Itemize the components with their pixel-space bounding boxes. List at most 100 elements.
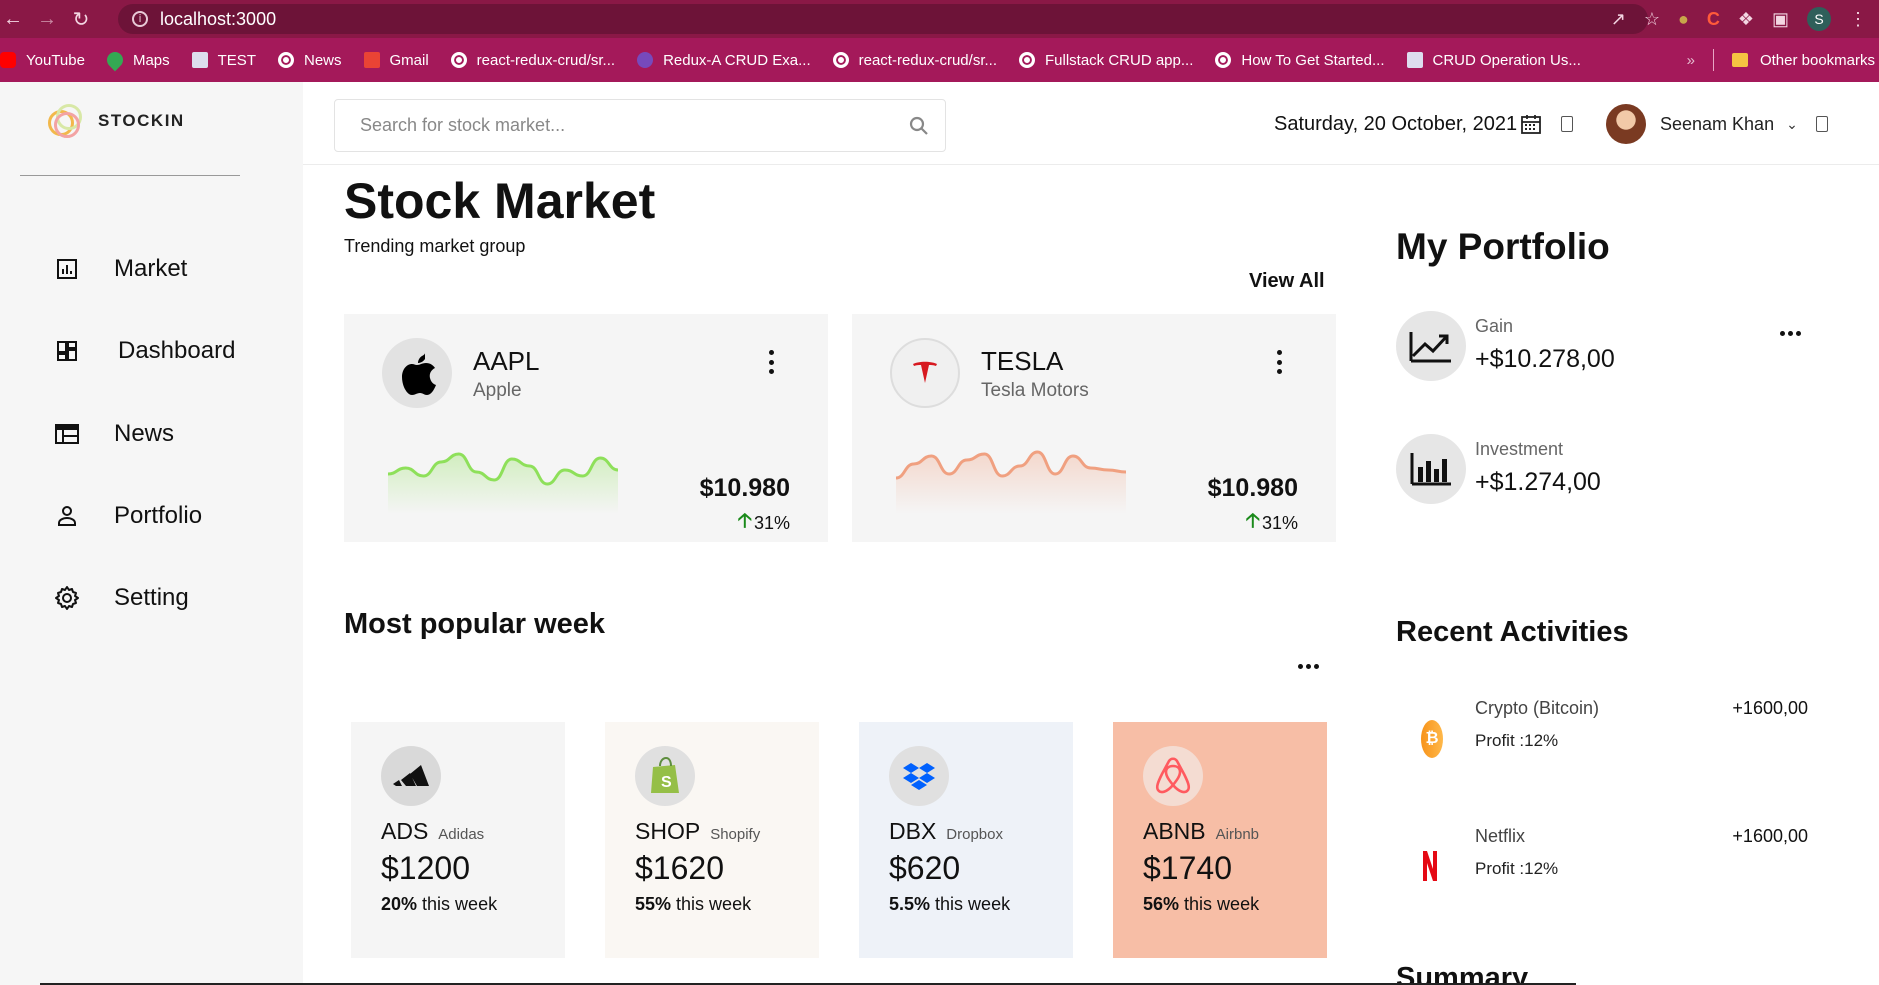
dashboard-icon	[52, 336, 82, 366]
stock-card-aapl[interactable]: AAPL Apple $10.980 🡡 31%	[344, 314, 828, 542]
search-icon[interactable]	[907, 114, 931, 138]
user-menu[interactable]: Seenam Khan ⌄	[1606, 104, 1828, 144]
globe-icon	[1215, 52, 1232, 68]
bookmark-youtube[interactable]: YouTube	[0, 52, 85, 69]
activity-profit: Profit :12%	[1475, 859, 1559, 878]
stock-change-value: 31%	[1261, 512, 1298, 533]
popular-price: $1620	[635, 850, 724, 886]
popular-week-change: 55% this week	[635, 894, 751, 915]
activity-amount: +1600,00	[1732, 826, 1808, 846]
sidebar-item-setting[interactable]: Setting	[52, 583, 189, 613]
sparkline-area	[388, 454, 618, 514]
bookmark-gmail[interactable]: Gmail	[363, 52, 429, 69]
url-text: localhost:3000	[160, 8, 277, 29]
popular-week-change: 56% this week	[1143, 894, 1259, 915]
sidebar: STOCKIN Market Dashboard News Portfolio …	[0, 82, 303, 985]
popular-card-ads[interactable]: ADS Adidas $1200 20% this week	[351, 722, 565, 958]
overflow-chevron-icon[interactable]: »	[1687, 52, 1695, 69]
sidebar-item-dashboard[interactable]: Dashboard	[52, 336, 235, 366]
popular-week-text: this week	[422, 894, 498, 914]
more-vertical-icon[interactable]	[1277, 350, 1283, 374]
bookmarks-bar: YouTube Maps TEST News Gmail react-redux…	[0, 38, 1879, 82]
bookmark-crud-operation[interactable]: CRUD Operation Us...	[1406, 52, 1581, 69]
popular-percent: 55%	[635, 894, 672, 914]
sparkline-chart	[387, 452, 619, 514]
reload-icon[interactable]: ↻	[68, 6, 94, 32]
extension-c-icon[interactable]: ●	[1678, 9, 1689, 30]
stock-price: $10.980	[699, 474, 790, 502]
other-bookmarks-label: Other bookmarks	[1759, 51, 1875, 69]
browser-profile-avatar[interactable]: S	[1807, 7, 1831, 31]
popular-card-dbx[interactable]: DBX Dropbox $620 5.5% this week	[859, 722, 1073, 958]
url-bar[interactable]: i localhost:3000	[118, 4, 1648, 34]
sidebar-item-market[interactable]: Market	[52, 254, 187, 284]
info-icon[interactable]: i	[132, 11, 148, 27]
popular-percent: 5.5%	[889, 894, 931, 914]
bookmark-how-to-get-started[interactable]: How To Get Started...	[1215, 52, 1385, 69]
popular-price: $1740	[1143, 850, 1232, 886]
stock-card-tesla[interactable]: TESLA Tesla Motors $10.980 🡡 31%	[852, 314, 1336, 542]
popular-week-text: this week	[1184, 894, 1260, 914]
bookmark-news[interactable]: News	[277, 52, 342, 69]
popular-week-change: 20% this week	[381, 894, 497, 915]
app-logo[interactable]: STOCKIN	[48, 104, 185, 138]
popular-card-shop[interactable]: S SHOP Shopify $1620 55% this week	[605, 722, 819, 958]
bxm-icon	[191, 52, 208, 68]
stock-price: $10.980	[1207, 474, 1298, 502]
sidebar-item-portfolio[interactable]: Portfolio	[52, 501, 202, 531]
dropbox-icon	[889, 746, 949, 806]
folder-icon	[1731, 53, 1748, 67]
stock-ticker: AAPL	[473, 346, 540, 376]
page-subtitle: Trending market group	[344, 236, 526, 256]
view-all-link[interactable]: View All	[1249, 270, 1325, 293]
globe-icon	[277, 52, 294, 68]
activities-title: Recent Activities	[1396, 616, 1629, 648]
bookmark-react-redux-crud-1[interactable]: react-redux-crud/sr...	[450, 52, 615, 69]
sidebar-item-label: Setting	[114, 584, 189, 611]
menu-dots-icon[interactable]: ⋮	[1849, 9, 1867, 30]
arrow-up-icon: 🡡	[1245, 510, 1260, 532]
bookmark-redux-crud[interactable]: Redux-A CRUD Exa...	[637, 52, 811, 69]
sidepanel-icon[interactable]: ▣	[1772, 9, 1789, 30]
more-vertical-icon[interactable]	[769, 350, 775, 374]
popular-card-abnb[interactable]: ABNB Airbnb $1740 56% this week	[1113, 722, 1327, 958]
share-icon[interactable]: ↗	[1611, 9, 1626, 30]
globe-icon	[832, 52, 849, 68]
more-horizontal-icon[interactable]	[1780, 331, 1801, 336]
popular-ticker: SHOP	[635, 818, 701, 844]
search-box[interactable]	[334, 99, 946, 152]
activity-name: Crypto (Bitcoin)	[1475, 698, 1600, 718]
popular-ticker: ABNB	[1143, 818, 1206, 844]
market-icon	[52, 254, 82, 284]
popular-ticker-row: ABNB Airbnb	[1143, 818, 1259, 845]
stock-change: 🡡 31%	[738, 506, 790, 540]
more-horizontal-icon[interactable]	[1298, 664, 1319, 669]
calendar-icon[interactable]	[1519, 112, 1543, 136]
chevron-down-icon[interactable]: ⌄	[1786, 116, 1798, 133]
main-content: Saturday, 20 October, 2021 Seenam Khan ⌄…	[303, 82, 1879, 985]
extension-cr-icon[interactable]: C	[1707, 9, 1720, 30]
popular-week-text: this week	[676, 894, 752, 914]
bookmark-maps[interactable]: Maps	[103, 48, 170, 72]
search-input[interactable]	[360, 115, 880, 136]
other-bookmarks[interactable]: » Other bookmarks	[1687, 38, 1879, 82]
avatar[interactable]	[1606, 104, 1646, 144]
stock-ticker: TESLA	[981, 346, 1064, 376]
forward-arrow-icon[interactable]: →	[34, 6, 60, 32]
bookmark-react-redux-crud-2[interactable]: react-redux-crud/sr...	[832, 52, 997, 69]
globe-icon	[1019, 52, 1035, 68]
person-icon	[52, 501, 82, 531]
popular-price: $1200	[381, 850, 470, 886]
back-arrow-icon[interactable]: ←	[0, 6, 26, 32]
date-display: Saturday, 20 October, 2021	[1274, 112, 1574, 136]
bookmark-test[interactable]: TEST	[191, 52, 256, 69]
popular-company: Adidas	[438, 826, 485, 843]
sidebar-item-news[interactable]: News	[52, 419, 174, 449]
sidebar-item-label: News	[114, 420, 175, 447]
puzzle-icon[interactable]: ❖	[1738, 9, 1754, 30]
popular-percent: 20%	[381, 894, 418, 914]
popular-company: Dropbox	[946, 826, 1003, 843]
popular-ticker-row: ADS Adidas	[381, 818, 484, 845]
bookmark-fullstack-crud[interactable]: Fullstack CRUD app...	[1019, 52, 1193, 69]
star-icon[interactable]: ☆	[1644, 9, 1660, 30]
